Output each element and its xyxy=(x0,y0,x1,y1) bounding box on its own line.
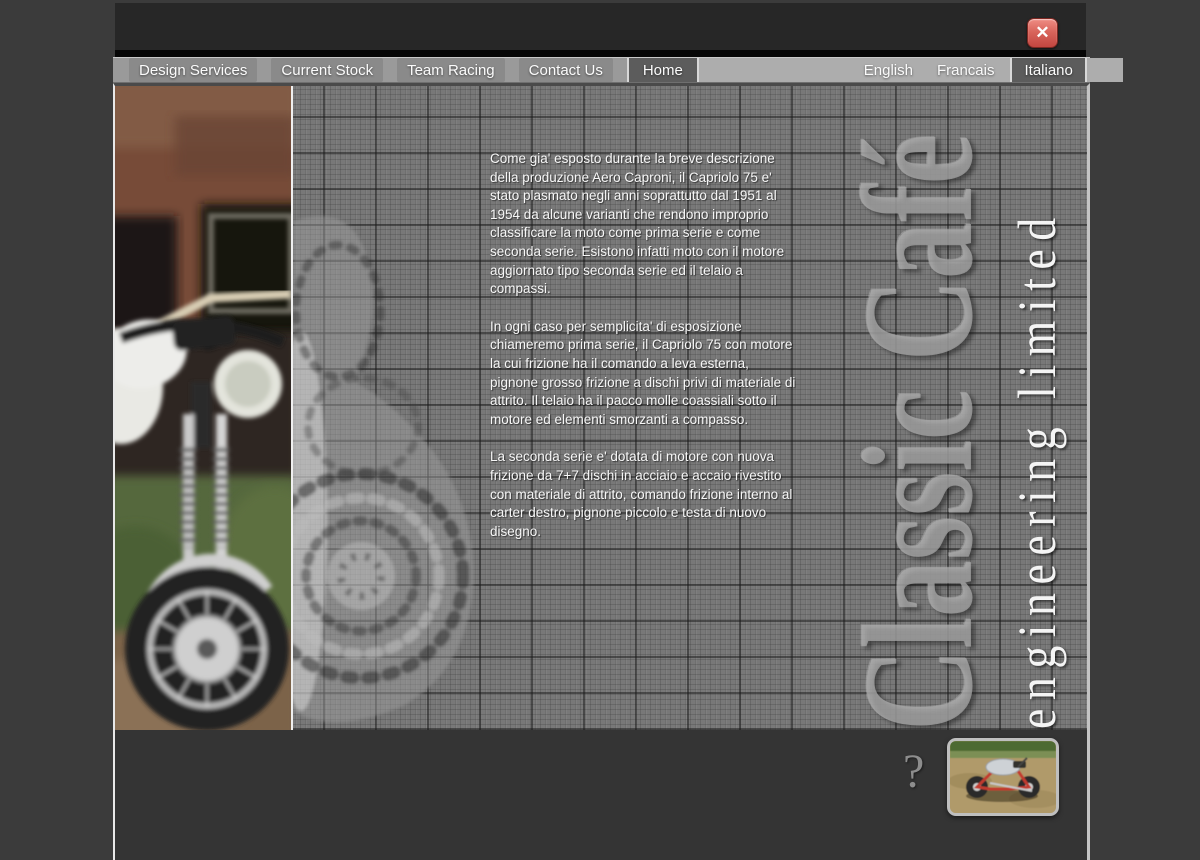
ghost-engine-sketch xyxy=(293,191,523,730)
nav-item-current-stock[interactable]: Current Stock xyxy=(271,58,383,82)
nav-item-team-racing[interactable]: Team Racing xyxy=(397,58,505,82)
close-icon[interactable]: ✕ xyxy=(1027,18,1058,48)
nav-item-design-services[interactable]: Design Services xyxy=(129,58,257,82)
nav-item-home[interactable]: Home xyxy=(627,58,699,82)
main-content: Come gia' esposto durante la breve descr… xyxy=(113,83,1090,730)
brand-title: Classic Café xyxy=(835,91,1007,730)
article-text: Come gia' esposto durante la breve descr… xyxy=(490,150,796,560)
page: ✕ Design Services Current Stock Team Rac… xyxy=(0,0,1200,860)
motorcycle-photo xyxy=(115,86,293,730)
lang-italiano[interactable]: Italiano xyxy=(1010,58,1086,82)
titlebar-divider xyxy=(115,50,1086,57)
paragraph-1: Come gia' esposto durante la breve descr… xyxy=(490,150,796,299)
paragraph-2: In ogni caso per semplicita' di esposizi… xyxy=(490,318,796,430)
title-bar: ✕ xyxy=(115,3,1086,50)
paragraph-3: La seconda serie e' dotata di motore con… xyxy=(490,448,796,541)
language-switcher: English Francais Italiano xyxy=(699,58,1123,82)
help-question-icon[interactable]: ? xyxy=(903,744,924,799)
browser-window: ✕ Design Services Current Stock Team Rac… xyxy=(113,3,1090,860)
lang-english[interactable]: English xyxy=(856,58,921,82)
nav-item-contact-us[interactable]: Contact Us xyxy=(519,58,613,82)
footer-bar: ? xyxy=(113,730,1090,860)
lang-francais[interactable]: Francais xyxy=(929,58,1003,82)
motorcycle-thumbnail[interactable] xyxy=(947,738,1059,816)
brand-subtitle-text: engineering limited xyxy=(1000,109,1074,730)
navigation-bar: Design Services Current Stock Team Racin… xyxy=(113,57,1090,83)
brand-title-text: Classic Café xyxy=(835,90,1003,730)
brand-subtitle: engineering limited xyxy=(1000,89,1078,729)
